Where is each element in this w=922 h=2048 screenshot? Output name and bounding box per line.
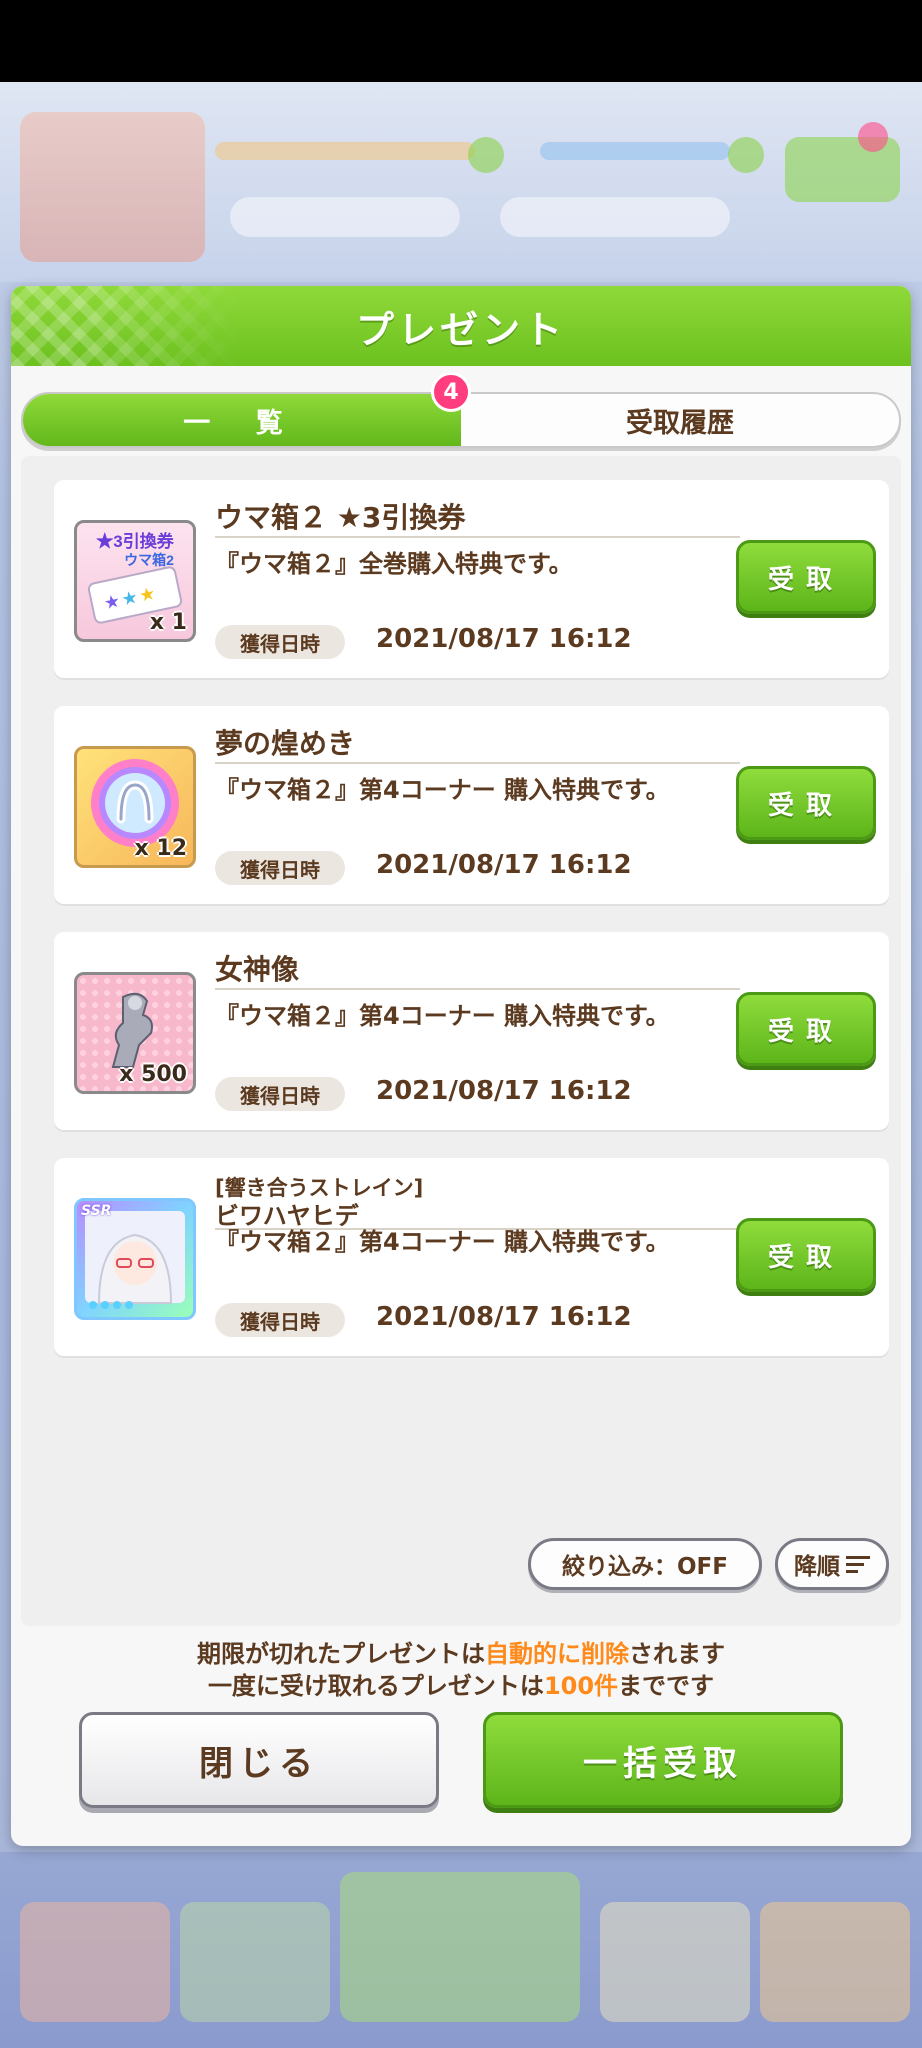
- background-bar: [540, 142, 730, 160]
- notice-highlight: 自動的に削除: [485, 1640, 629, 1668]
- receive-all-button[interactable]: 一括受取: [483, 1712, 843, 1808]
- goddess-statue-icon: x 500: [74, 972, 196, 1094]
- divider: [215, 762, 740, 764]
- header-pattern: [11, 286, 241, 366]
- close-button[interactable]: 閉じる: [79, 1712, 439, 1808]
- ssr-card-icon: SSR: [74, 1198, 196, 1320]
- item-description: 『ウマ箱２』第4コーナー 購入特典です。: [215, 1228, 670, 1256]
- notice-highlight: 100件: [543, 1672, 619, 1700]
- notice-text: 一度に受け取れるプレゼントは: [207, 1672, 544, 1700]
- item-name: ウマ箱２ ★3引換券: [215, 501, 466, 534]
- list-item: x 12 夢の煌めき 『ウマ箱２』第4コーナー 購入特典です。 獲得日時 202…: [54, 706, 889, 904]
- background-nav-tile: [20, 1902, 170, 2022]
- item-name: 女神像: [215, 953, 300, 986]
- receive-button[interactable]: 受取: [736, 1218, 876, 1292]
- icon-text-top: ★3引換券: [96, 531, 174, 551]
- date-label: 獲得日時: [215, 625, 345, 659]
- item-name: 夢の煌めき: [215, 727, 356, 760]
- tab-list[interactable]: 一 覧: [23, 394, 461, 446]
- date-value: 2021/08/17 16:12: [376, 1302, 632, 1332]
- date-value: 2021/08/17 16:12: [376, 850, 632, 880]
- notice-line-2: 一度に受け取れるプレゼントは100件までです: [11, 1666, 911, 1701]
- background-plus-icon: [728, 137, 764, 173]
- list-item: x 500 女神像 『ウマ箱２』第4コーナー 購入特典です。 獲得日時 2021…: [54, 932, 889, 1130]
- notice-text: 期限が切れたプレゼントは: [197, 1640, 485, 1668]
- background-nav-tile: [180, 1902, 330, 2022]
- present-list[interactable]: ★3引換券 ウマ箱2 ★ ★ ★ x 1 ウマ箱２ ★3引換券 『ウマ箱２』全巻…: [21, 456, 901, 1626]
- background-nav-tile: [760, 1902, 910, 2022]
- notice-text: までです: [618, 1672, 715, 1700]
- background-nav-tile: [340, 1872, 580, 2022]
- date-value: 2021/08/17 16:12: [376, 1076, 632, 1106]
- date-label: 獲得日時: [215, 1077, 345, 1111]
- receive-button[interactable]: 受取: [736, 766, 876, 840]
- date-value: 2021/08/17 16:12: [376, 624, 632, 654]
- ticket-icon: ★3引換券 ウマ箱2 ★ ★ ★ x 1: [74, 520, 196, 642]
- notice-line-1: 期限が切れたプレゼントは自動的に削除されます: [11, 1634, 911, 1669]
- list-item: SSR [響き合うストレイン] ビワハヤヒデ 『ウマ箱２』第4コーナー 購入特典…: [54, 1158, 889, 1356]
- background-bar: [215, 142, 475, 160]
- background-badge: [858, 122, 888, 152]
- list-item: ★3引換券 ウマ箱2 ★ ★ ★ x 1 ウマ箱２ ★3引換券 『ウマ箱２』全巻…: [54, 480, 889, 678]
- date-label: 獲得日時: [215, 1303, 345, 1337]
- background-nav-tile: [600, 1902, 750, 2022]
- date-label: 獲得日時: [215, 851, 345, 885]
- tab-history[interactable]: 受取履歴: [461, 394, 899, 446]
- dialog-title: プレゼント: [355, 307, 566, 352]
- horseshoe-gem-icon: x 12: [74, 746, 196, 868]
- filter-button[interactable]: 絞り込み：OFF: [528, 1538, 762, 1590]
- sort-lines-icon: [846, 1556, 870, 1573]
- status-bar: [0, 0, 922, 82]
- item-quantity: x 500: [119, 1062, 187, 1087]
- present-dialog: プレゼント 一 覧 受取履歴 4 ★3引換券 ウマ箱2 ★ ★ ★ x 1 ウマ…: [11, 286, 911, 1846]
- background-field: [500, 197, 730, 237]
- item-quantity: x 12: [134, 836, 187, 861]
- unread-count-badge: 4: [431, 372, 471, 412]
- item-description: 『ウマ箱２』第4コーナー 購入特典です。: [215, 776, 670, 804]
- notice-text: されます: [629, 1640, 725, 1668]
- sort-label: 降順: [794, 1554, 840, 1580]
- background-event-badge: [20, 112, 205, 262]
- item-description: 『ウマ箱２』第4コーナー 購入特典です。: [215, 1002, 670, 1030]
- tab-bar: 一 覧 受取履歴 4: [21, 372, 901, 448]
- rarity-label: SSR: [81, 1203, 112, 1219]
- filter-label: 絞り込み：OFF: [562, 1554, 728, 1580]
- item-description: 『ウマ箱２』全巻購入特典です。: [215, 550, 573, 578]
- sort-order-button[interactable]: 降順: [775, 1538, 889, 1590]
- receive-button[interactable]: 受取: [736, 540, 876, 614]
- background-plus-icon: [468, 137, 504, 173]
- background-field: [230, 197, 460, 237]
- receive-button[interactable]: 受取: [736, 992, 876, 1066]
- divider: [215, 988, 740, 990]
- item-quantity: x 1: [149, 610, 187, 635]
- icon-text-sub: ウマ箱2: [124, 552, 174, 568]
- divider: [215, 536, 740, 538]
- dialog-header: プレゼント: [11, 286, 911, 366]
